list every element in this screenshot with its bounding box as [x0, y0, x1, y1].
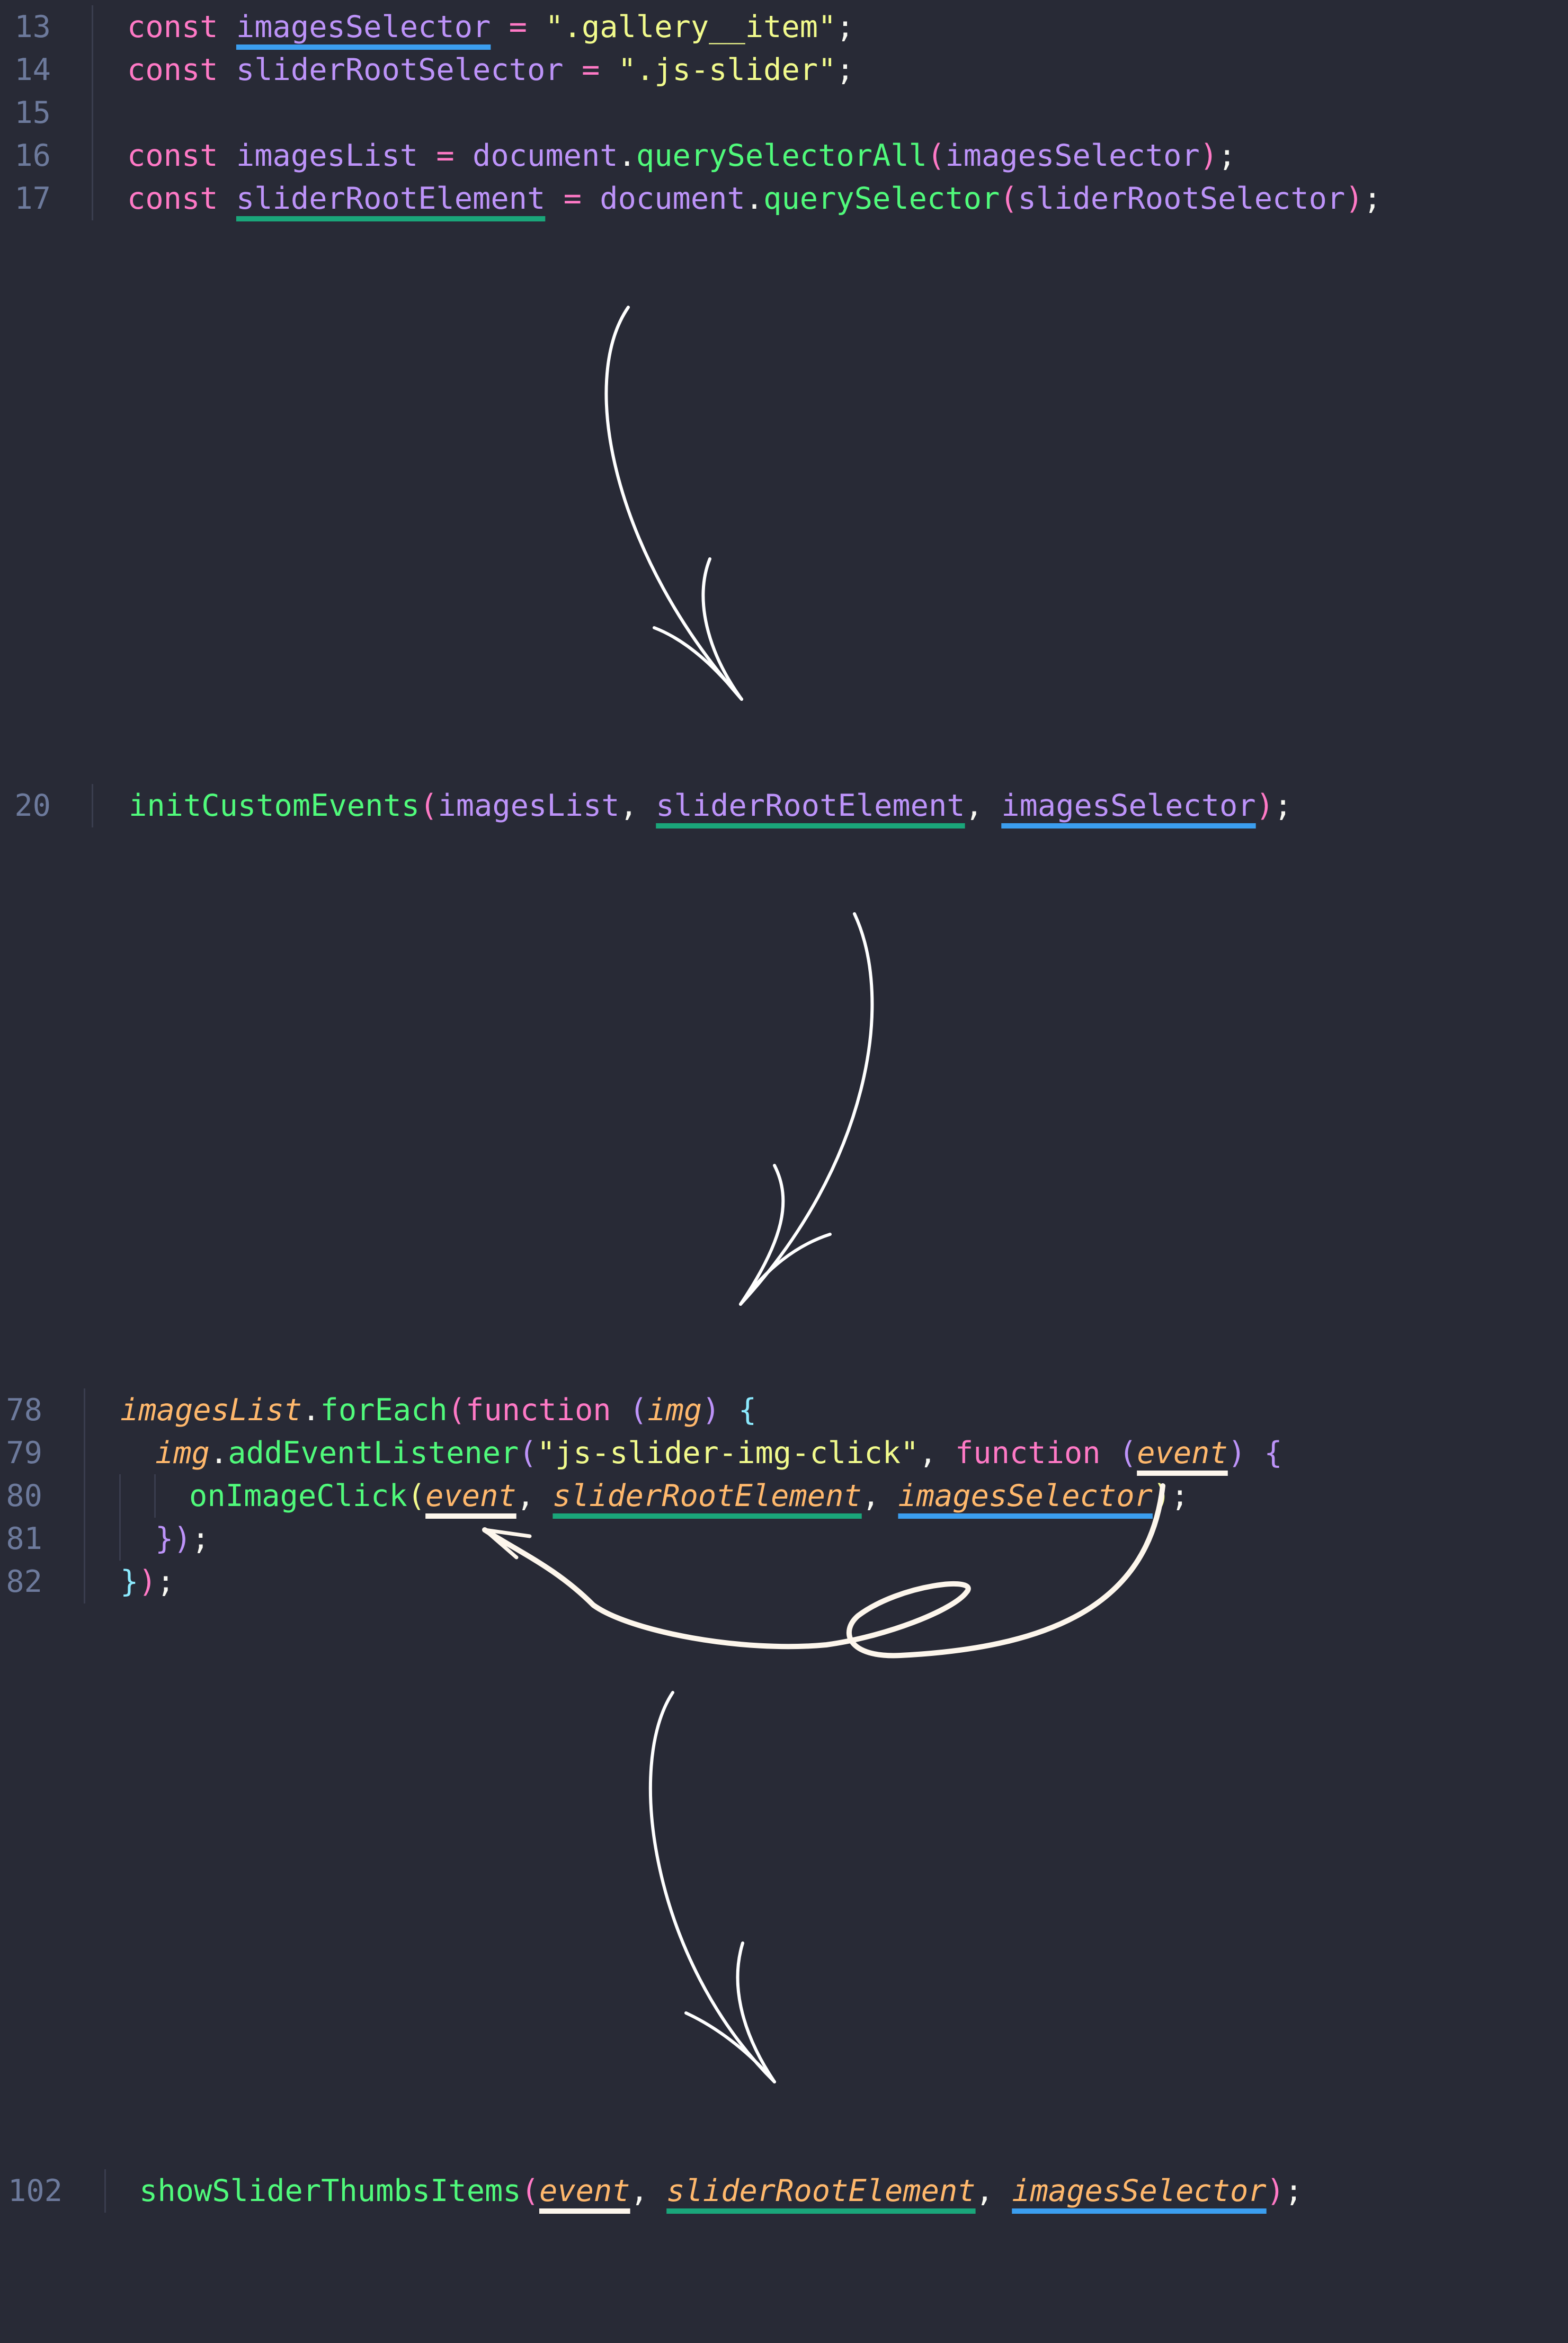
curved-loop-arrow-icon — [482, 1483, 1165, 1659]
arrow-down-2-icon — [739, 912, 874, 1306]
arrow-down-3-icon — [648, 1691, 776, 2083]
arrow-down-1-icon — [604, 306, 743, 701]
annotation-layer — [482, 306, 1165, 2083]
